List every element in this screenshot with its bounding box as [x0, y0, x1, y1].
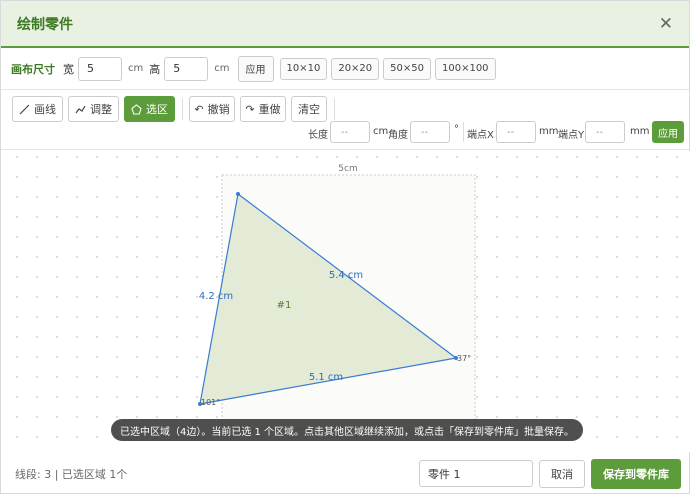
edge-length-label: 4.2 cm [199, 291, 233, 302]
vertex-handle[interactable] [236, 192, 240, 196]
canvas-size-label: 画布尺寸 [11, 62, 55, 76]
length-unit: cm [373, 126, 389, 137]
width-label: 宽 [63, 62, 74, 76]
angle-unit: ° [454, 124, 459, 135]
adjust-button[interactable]: 调整 [68, 96, 119, 122]
close-icon[interactable]: ✕ [659, 14, 673, 34]
preset-50x50-button[interactable]: 50×50 [383, 57, 431, 80]
redo-icon: ↷ [245, 102, 255, 116]
pentagon-icon [131, 103, 142, 115]
vertex-y-unit: mm [630, 126, 650, 137]
undo-icon: ↶ [194, 102, 204, 116]
height-unit: cm [214, 63, 230, 74]
width-input[interactable]: 5 [78, 56, 122, 81]
canvas-size-row: 画布尺寸 宽 5 cm 高 5 cm 应用 10×10 20×20 50×50 … [1, 48, 689, 90]
edge-length-label: 5.1 cm [309, 372, 343, 383]
polyline-icon [75, 105, 86, 113]
redo-label: 重做 [258, 103, 281, 116]
width-unit: cm [128, 63, 144, 74]
undo-label: 撤销 [207, 103, 230, 116]
length-label: 长度 [308, 130, 328, 141]
toolbar-divider [334, 98, 335, 120]
adjust-label: 调整 [90, 103, 112, 116]
toolbar: 画线 调整 选区 ↶ 撤销 ↷ 重做 清空 长度 -- cm 角度 -- ° 端… [1, 90, 689, 150]
board-size-label: 5cm [338, 164, 357, 174]
edge-length-label: 5.4 cm [329, 270, 363, 281]
height-input[interactable]: 5 [164, 56, 209, 81]
preset-20x20-button[interactable]: 20×20 [331, 57, 380, 80]
select-region-label: 选区 [146, 103, 168, 116]
vertex-x-label: 端点X [467, 130, 494, 141]
dialog-header: 绘制零件 ✕ [1, 1, 689, 48]
props-apply-button[interactable]: 应用 [652, 121, 684, 143]
angle-label: 角度 [388, 130, 408, 141]
toolbar-divider [182, 98, 183, 120]
length-input[interactable]: -- [330, 121, 370, 143]
part-name-input[interactable]: 零件 1 [419, 460, 533, 487]
vertex-y-label: 端点Y [558, 130, 585, 141]
angle-input[interactable]: -- [410, 121, 450, 143]
angle-label: 101° [201, 398, 220, 407]
preset-10x10-button[interactable]: 10×10 [279, 57, 328, 80]
angle-label: 37° [457, 354, 471, 363]
save-to-library-button[interactable]: 保存到零件库 [591, 459, 681, 489]
status-text: 线段: 3 | 已选区域 1个 [15, 467, 128, 481]
clear-button[interactable]: 清空 [291, 96, 327, 122]
pencil-line-icon [19, 104, 30, 114]
region-label: #1 [277, 300, 292, 311]
dialog-title: 绘制零件 [17, 16, 73, 33]
draw-line-label: 画线 [34, 103, 56, 116]
vertex-x-unit: mm [539, 126, 559, 137]
selection-toast: 已选中区域（4边）。当前已选 1 个区域。点击其他区域继续添加，或点击「保存到零… [111, 419, 583, 441]
undo-button[interactable]: ↶ 撤销 [189, 96, 235, 122]
vertex-y-input[interactable]: -- [585, 121, 625, 143]
props-divider [463, 122, 464, 142]
redo-button[interactable]: ↷ 重做 [240, 96, 286, 122]
vertex-x-input[interactable]: -- [496, 121, 536, 143]
dialog-footer: 线段: 3 | 已选区域 1个 零件 1 取消 保存到零件库 [1, 452, 690, 495]
height-label: 高 [149, 62, 161, 76]
select-region-button[interactable]: 选区 [124, 96, 175, 122]
draw-line-button[interactable]: 画线 [12, 96, 63, 122]
drawing-canvas[interactable]: 5cm 4.2 cm 5.4 cm 5.1 cm #1 101° 37° [1, 151, 690, 452]
canvas-apply-button[interactable]: 应用 [237, 55, 274, 82]
cancel-button[interactable]: 取消 [539, 460, 585, 488]
preset-100x100-button[interactable]: 100×100 [434, 57, 496, 80]
draw-part-dialog: 绘制零件 ✕ 画布尺寸 宽 5 cm 高 5 cm 应用 10×10 20×20… [0, 0, 690, 494]
canvas-svg: 5cm 4.2 cm 5.4 cm 5.1 cm #1 101° 37° [1, 151, 690, 452]
